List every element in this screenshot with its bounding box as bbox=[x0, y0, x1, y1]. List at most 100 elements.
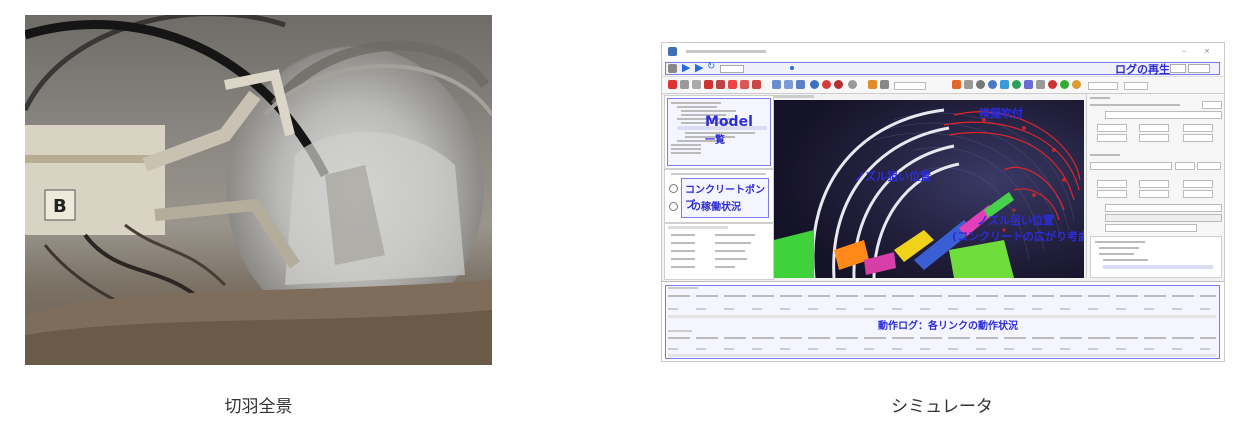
log-tab[interactable] bbox=[668, 287, 698, 289]
tool-icon[interactable] bbox=[704, 80, 713, 89]
link-list[interactable] bbox=[1090, 236, 1222, 278]
pump-1-indicator bbox=[669, 184, 678, 193]
coord-input[interactable] bbox=[1183, 190, 1213, 198]
property-row bbox=[671, 266, 695, 268]
property-row bbox=[715, 258, 747, 260]
tool-icon[interactable] bbox=[692, 80, 701, 89]
control-toggle[interactable] bbox=[1202, 101, 1222, 109]
tool-icon[interactable] bbox=[1036, 80, 1045, 89]
window-controls[interactable]: – × bbox=[1182, 47, 1218, 55]
tool-icon[interactable] bbox=[988, 80, 997, 89]
tool-icon[interactable] bbox=[1024, 80, 1033, 89]
speed-select[interactable] bbox=[720, 65, 744, 73]
tool-icon[interactable] bbox=[834, 80, 843, 89]
tool-icon[interactable] bbox=[752, 80, 761, 89]
option-select[interactable] bbox=[1105, 204, 1222, 212]
coord-input[interactable] bbox=[1183, 180, 1213, 188]
tool-icon[interactable] bbox=[822, 80, 831, 89]
mode-select[interactable] bbox=[894, 82, 926, 90]
property-panel bbox=[664, 223, 774, 280]
log-section-label bbox=[668, 330, 692, 332]
camera-select[interactable] bbox=[1124, 82, 1148, 90]
app-icon bbox=[668, 47, 677, 56]
model-list-label: 一覧 bbox=[705, 135, 725, 146]
property-row bbox=[715, 266, 735, 268]
control-subheader bbox=[1090, 104, 1180, 106]
arch-ring bbox=[270, 40, 490, 108]
tool-icon[interactable] bbox=[810, 80, 819, 89]
play-alt-icon[interactable]: ▶ bbox=[695, 61, 703, 74]
pump-2-indicator bbox=[669, 202, 678, 211]
tool-icon[interactable] bbox=[680, 80, 689, 89]
gear-icon[interactable] bbox=[772, 80, 781, 89]
frame-total-input[interactable] bbox=[1188, 64, 1210, 73]
reload-icon[interactable]: ↻ bbox=[707, 61, 715, 72]
property-row bbox=[671, 258, 695, 260]
log-playback-label: ログの再生 bbox=[1115, 63, 1170, 76]
tool-icon[interactable] bbox=[740, 80, 749, 89]
model-tree-panel: Model 一覧 bbox=[664, 95, 774, 169]
coord-input[interactable] bbox=[1139, 190, 1169, 198]
property-row bbox=[671, 242, 695, 244]
tool-icon[interactable] bbox=[868, 80, 877, 89]
shotcrete-face bbox=[285, 131, 465, 285]
tool-icon[interactable] bbox=[976, 80, 985, 89]
property-tabs[interactable] bbox=[668, 226, 728, 229]
tool-icon[interactable] bbox=[716, 80, 725, 89]
path-input[interactable] bbox=[1090, 162, 1172, 170]
viewport-tab[interactable] bbox=[774, 94, 814, 98]
menu-icon[interactable] bbox=[668, 64, 677, 73]
coord-input[interactable] bbox=[1097, 134, 1127, 142]
frame-input[interactable] bbox=[1170, 64, 1186, 73]
boom-arm-lower bbox=[154, 198, 300, 269]
model-label: Model bbox=[705, 114, 753, 130]
view-select[interactable] bbox=[1088, 82, 1118, 90]
tool-icon[interactable] bbox=[728, 80, 737, 89]
nozzle-target-label: ノズル狙い位置 bbox=[854, 170, 931, 183]
coord-input[interactable] bbox=[1097, 124, 1127, 132]
timeline-slider-handle[interactable] bbox=[790, 66, 794, 70]
tool-icon[interactable] bbox=[1048, 80, 1057, 89]
coord-input[interactable] bbox=[1097, 180, 1127, 188]
hydraulic-hose-3 bbox=[124, 223, 227, 287]
tool-icon[interactable] bbox=[1060, 80, 1069, 89]
tool-icon[interactable] bbox=[1072, 80, 1081, 89]
coord-input[interactable] bbox=[1139, 180, 1169, 188]
log-scrollbar[interactable] bbox=[668, 354, 1216, 357]
tool-icon[interactable] bbox=[1012, 80, 1021, 89]
drill-jumbo-stripe bbox=[25, 155, 160, 163]
tunnel-scene-illustration: B bbox=[25, 15, 492, 365]
browse-button[interactable] bbox=[1175, 162, 1195, 170]
tool-icon[interactable] bbox=[952, 80, 961, 89]
tool-toolbar bbox=[662, 77, 1224, 94]
coord-input[interactable] bbox=[1183, 134, 1213, 142]
control-header bbox=[1090, 97, 1110, 99]
3d-viewport[interactable]: 模擬吹付 ノズル狙い位置 ノズル狙い位置 (コンクリートの広がり考慮) bbox=[774, 100, 1084, 278]
section-header bbox=[1090, 154, 1120, 156]
tool-icon[interactable] bbox=[784, 80, 793, 89]
property-row bbox=[715, 242, 751, 244]
coord-input[interactable] bbox=[1097, 190, 1127, 198]
log-data-row bbox=[668, 348, 1216, 350]
property-row bbox=[671, 234, 695, 236]
pump-status-header bbox=[671, 173, 766, 175]
property-row bbox=[715, 234, 755, 236]
tool-icon[interactable] bbox=[848, 80, 857, 89]
tool-icon[interactable] bbox=[964, 80, 973, 89]
control-select[interactable] bbox=[1105, 111, 1222, 119]
property-row bbox=[715, 250, 745, 252]
coord-input[interactable] bbox=[1139, 134, 1169, 142]
play-icon[interactable]: ▶ bbox=[682, 61, 690, 74]
playback-toolbar: ▶ ▶ ↻ ログの再生 bbox=[662, 61, 1224, 77]
simulation-scene bbox=[774, 100, 1084, 278]
tool-icon[interactable] bbox=[796, 80, 805, 89]
tool-icon[interactable] bbox=[1000, 80, 1009, 89]
coord-input[interactable] bbox=[1183, 124, 1213, 132]
tool-icon[interactable] bbox=[880, 80, 889, 89]
apply-button[interactable] bbox=[1197, 162, 1221, 170]
param-field[interactable] bbox=[1105, 224, 1197, 232]
record-icon[interactable] bbox=[668, 80, 677, 89]
property-row bbox=[671, 250, 695, 252]
coord-input[interactable] bbox=[1139, 124, 1169, 132]
disabled-field bbox=[1105, 214, 1222, 222]
